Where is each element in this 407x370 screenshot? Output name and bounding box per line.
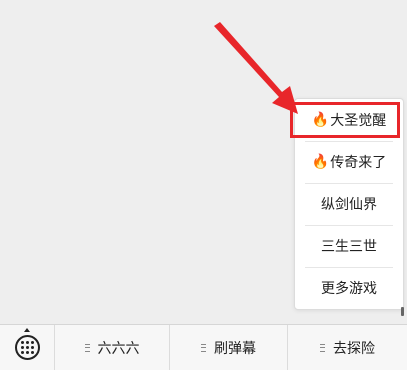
menu-item-sansheng-sanshi[interactable]: 三生三世: [295, 225, 403, 267]
tab-label: 去探险: [333, 340, 375, 357]
notch-icon: [24, 328, 30, 332]
menu-lines-icon: [320, 343, 325, 352]
menu-item-label: 纵剑仙界: [321, 197, 377, 213]
annotation-highlight-box: [290, 102, 400, 138]
menu-item-zongjian-xianjie[interactable]: 纵剑仙界: [295, 183, 403, 225]
menu-item-more-games[interactable]: 更多游戏: [295, 267, 403, 309]
tab-qu-tanxian[interactable]: 去探险: [288, 325, 407, 370]
bottom-menu-bar: 六六六 刷弹幕 去探险: [0, 324, 407, 370]
menu-item-chuanqi-laile[interactable]: 🔥 传奇来了: [295, 141, 403, 183]
tab-label: 刷弹幕: [214, 340, 256, 357]
scrollbar[interactable]: [401, 307, 404, 316]
menu-lines-icon: [201, 343, 206, 352]
fire-icon: 🔥: [311, 154, 330, 170]
keyboard-toggle-button[interactable]: [0, 325, 54, 370]
menu-lines-icon: [84, 343, 90, 352]
menu-item-label: 更多游戏: [321, 281, 377, 297]
menu-item-label: 三生三世: [321, 239, 377, 255]
keyboard-icon: [14, 335, 40, 360]
tab-liuliuliu[interactable]: 六六六: [55, 325, 169, 370]
menu-item-label: 传奇来了: [330, 155, 387, 171]
chat-screen: 🔥 大圣觉醒 🔥 传奇来了 纵剑仙界 三生三世 更多游戏 六六六 刷弹幕 去探险: [0, 0, 407, 370]
tab-shua-danmu[interactable]: 刷弹幕: [170, 325, 287, 370]
tab-label: 六六六: [97, 340, 140, 357]
